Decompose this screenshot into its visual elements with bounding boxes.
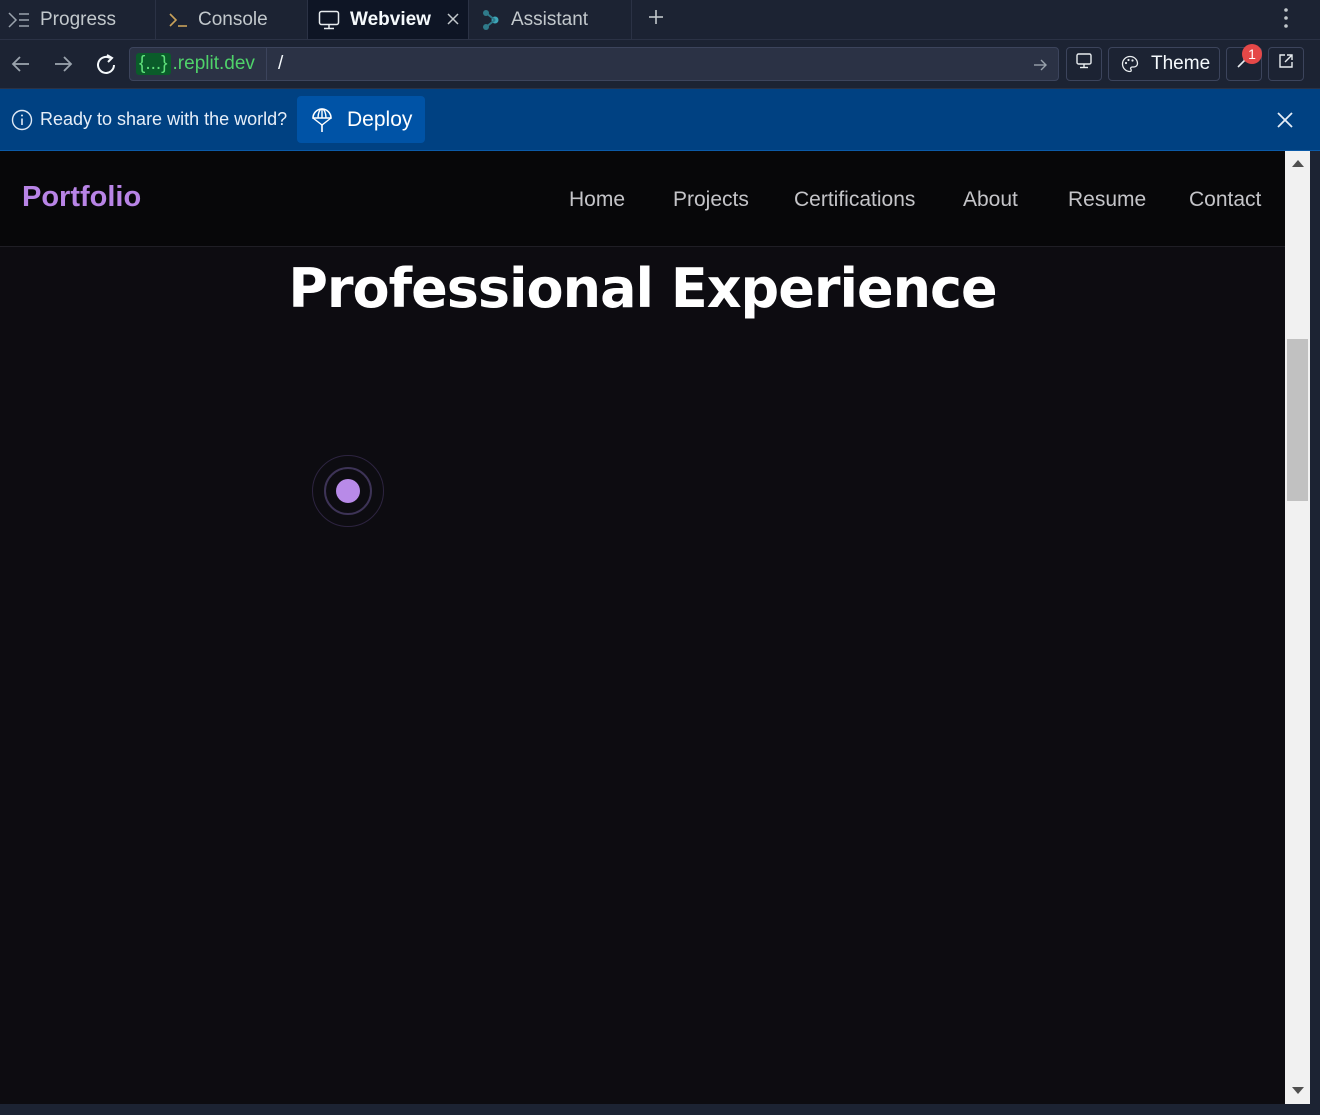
url-domain: {...} .replit.dev (136, 51, 255, 77)
tab-webview[interactable]: Webview (308, 0, 469, 39)
tab-label: Progress (40, 8, 117, 30)
monitor-icon (318, 10, 340, 30)
palette-icon (1121, 55, 1139, 73)
vertical-scrollbar[interactable] (1285, 151, 1310, 1104)
tab-label: Webview (350, 8, 431, 30)
tab-console[interactable]: Console (156, 0, 308, 39)
more-options-icon[interactable] (1281, 7, 1291, 34)
nav-link-about[interactable]: About (963, 188, 1018, 212)
theme-button[interactable]: Theme (1108, 47, 1220, 81)
theme-label: Theme (1151, 53, 1211, 74)
url-divider (266, 48, 267, 80)
notification-badge: 1 (1242, 44, 1262, 64)
forward-arrow-icon[interactable] (52, 53, 74, 80)
url-bar: {...} .replit.dev / Theme (0, 40, 1320, 89)
deploy-icon (312, 107, 332, 132)
reload-icon[interactable] (94, 53, 118, 82)
nav-link-contact[interactable]: Contact (1189, 188, 1261, 212)
window-bottom-edge (0, 1104, 1320, 1115)
tab-assistant[interactable]: Assistant (469, 0, 632, 39)
scroll-up-arrow-icon[interactable] (1292, 160, 1304, 167)
deploy-banner: Ready to share with the world? Deploy (0, 89, 1320, 151)
banner-message: Ready to share with the world? (40, 109, 288, 129)
add-tab-icon[interactable] (646, 7, 666, 32)
open-new-window-button[interactable] (1268, 47, 1304, 81)
tab-label: Console (198, 8, 268, 30)
window-edge (1310, 151, 1320, 1104)
site-brand-logo[interactable]: Portfolio (22, 181, 141, 214)
console-icon (168, 11, 188, 29)
url-input[interactable]: {...} .replit.dev / (129, 47, 1059, 81)
nav-link-resume[interactable]: Resume (1068, 188, 1146, 212)
site-navbar: Portfolio Home Projects Certifications A… (0, 151, 1285, 247)
close-banner-icon[interactable] (1276, 111, 1294, 134)
url-domain-prefix: {...} (136, 53, 171, 75)
section-heading: Professional Experience (288, 257, 997, 320)
desktop-icon (1075, 52, 1093, 76)
tab-progress[interactable]: Progress (0, 0, 156, 39)
webview-viewport: Portfolio Home Projects Certifications A… (0, 151, 1285, 1104)
nav-link-projects[interactable]: Projects (673, 188, 749, 212)
back-arrow-icon[interactable] (10, 53, 32, 80)
deploy-label: Deploy (347, 107, 413, 131)
url-domain-suffix: .replit.dev (172, 53, 255, 74)
deploy-button[interactable]: Deploy (297, 96, 425, 143)
info-icon (11, 109, 33, 136)
device-preview-button[interactable] (1066, 47, 1102, 81)
progress-icon (8, 11, 30, 29)
assistant-icon (481, 8, 501, 32)
nav-link-certifications[interactable]: Certifications (794, 188, 915, 212)
timeline-dot (336, 479, 360, 503)
scroll-down-arrow-icon[interactable] (1292, 1087, 1304, 1094)
close-tab-icon[interactable] (446, 10, 460, 32)
scrollbar-thumb[interactable] (1287, 339, 1308, 501)
tab-label: Assistant (511, 8, 589, 30)
url-path: / (278, 53, 284, 74)
external-link-icon (1277, 52, 1295, 76)
tab-bar: Progress Console Webview Assistant (0, 0, 1320, 40)
go-arrow-icon[interactable] (1032, 57, 1048, 78)
nav-link-home[interactable]: Home (569, 188, 625, 212)
